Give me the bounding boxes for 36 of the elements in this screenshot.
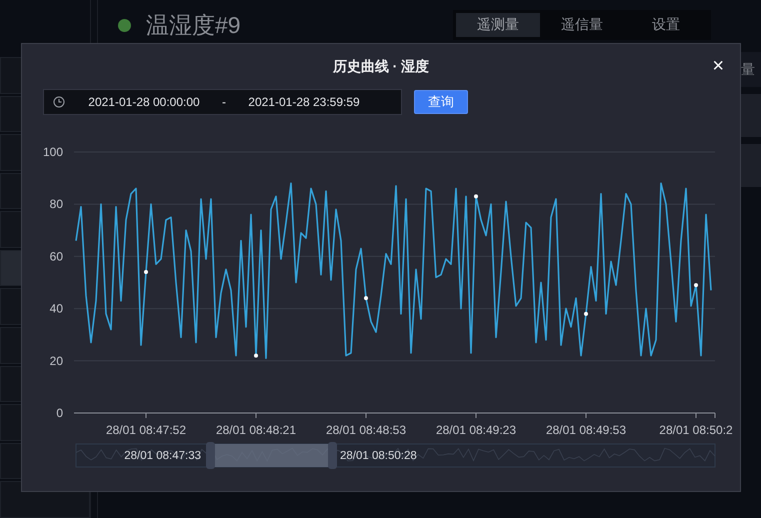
y-axis-label: 0	[56, 406, 63, 420]
data-point	[254, 354, 258, 358]
tab[interactable]: 设置	[624, 13, 708, 37]
start-date-input[interactable]: 2021-01-28 00:00:00	[79, 95, 209, 109]
status-dot	[118, 18, 131, 32]
data-point	[584, 312, 588, 316]
data-point	[694, 283, 698, 288]
y-axis-label: 80	[50, 197, 63, 212]
y-axis-label: 60	[50, 249, 63, 264]
x-axis-label: 28/01 08:49:53	[546, 423, 626, 437]
range-separator: -	[221, 95, 227, 109]
y-axis-label: 40	[50, 302, 63, 316]
zoom-handle[interactable]	[328, 442, 337, 469]
end-date-input[interactable]: 2021-01-28 23:59:59	[239, 95, 369, 109]
dialog-title: 历史曲线 · 湿度	[332, 58, 430, 76]
x-axis-label: 28/01 08:47:52	[106, 423, 186, 437]
panel-label: 量	[741, 60, 755, 78]
zoom-handle[interactable]	[206, 442, 215, 469]
date-range-field[interactable]: 2021-01-28 00:00:00 - 2021-01-28 23:59:59	[43, 89, 402, 115]
zoom-end-label: 28/01 08:50:28	[340, 450, 417, 462]
tab[interactable]: 遥信量	[540, 13, 624, 37]
data-point	[474, 194, 478, 198]
query-button[interactable]: 查询	[414, 90, 468, 114]
x-axis-label: 28/01 08:48:21	[216, 423, 296, 437]
close-button[interactable]: ×	[712, 56, 724, 76]
data-point	[364, 296, 368, 300]
device-title: 温湿度#9	[146, 10, 241, 40]
x-axis-label: 28/01 08:48:53	[326, 423, 406, 437]
y-axis-label: 100	[42, 145, 63, 159]
clock-icon	[53, 96, 65, 108]
x-axis-label: 28/01 08:50:2	[659, 423, 733, 437]
zoom-start-label: 28/01 08:47:33	[124, 450, 201, 462]
y-axis-label: 20	[50, 354, 63, 368]
tab[interactable]: 遥测量	[456, 13, 540, 37]
data-point	[144, 270, 148, 274]
x-axis-label: 28/01 08:49:23	[436, 423, 516, 437]
